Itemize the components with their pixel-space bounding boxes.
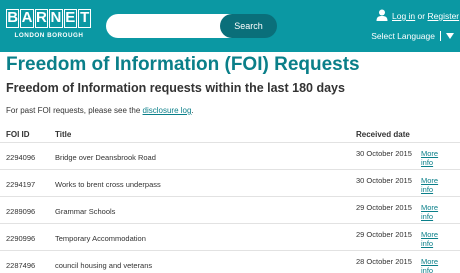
row-title: Bridge over Deansbrook Road (55, 153, 156, 162)
row-foi-id: 2289096 (6, 207, 36, 216)
more-info-link[interactable]: More info (421, 149, 451, 167)
site-header: B A R N E T LONDON BOROUGH Search Log in… (0, 0, 460, 52)
auth-links: Log in or Register (392, 10, 459, 22)
page-subtitle: Freedom of Information requests within t… (6, 81, 345, 95)
more-info-link[interactable]: More info (421, 203, 451, 221)
row-received-date: 30 October 2015 (356, 176, 412, 185)
past-note-end: . (191, 106, 194, 115)
logo-letter: E (63, 9, 77, 28)
logo-letter: A (20, 9, 34, 28)
page-title: Freedom of Information (FOI) Requests (6, 54, 360, 75)
row-title: council housing and veterans (55, 261, 153, 270)
logo-letter: T (77, 9, 92, 28)
row-title: Temporary Accommodation (55, 234, 146, 243)
disclosure-log-link[interactable]: disclosure log (143, 106, 192, 115)
row-foi-id: 2294096 (6, 153, 36, 162)
past-requests-note: For past FOI requests, please see the di… (6, 105, 456, 117)
more-info-link[interactable]: More info (421, 176, 451, 194)
row-foi-id: 2294197 (6, 180, 36, 189)
more-info-link[interactable]: More info (421, 230, 451, 248)
header-title: Title (55, 130, 72, 139)
table-row: 2294197 Works to brent cross underpass 3… (0, 169, 460, 196)
row-foi-id: 2290996 (6, 234, 36, 243)
language-selector[interactable]: Select Language (371, 30, 454, 42)
logo-letter: N (49, 9, 63, 28)
more-info-link[interactable]: More info (421, 257, 451, 273)
logo-letter: R (34, 9, 49, 28)
register-link[interactable]: Register (427, 11, 459, 21)
caret-down-icon (446, 33, 454, 39)
row-received-date: 30 October 2015 (356, 149, 412, 158)
login-link[interactable]: Log in (392, 11, 415, 21)
row-received-date: 29 October 2015 (356, 203, 412, 212)
table-row: 2294096 Bridge over Deansbrook Road 30 O… (0, 142, 460, 169)
past-note-text: For past FOI requests, please see the (6, 106, 141, 115)
row-received-date: 29 October 2015 (356, 230, 412, 239)
logo-word: B A R N E T (6, 9, 92, 28)
row-title: Grammar Schools (55, 207, 116, 216)
auth-or: or (417, 11, 426, 21)
language-divider (440, 31, 441, 41)
row-received-date: 28 October 2015 (356, 257, 412, 266)
row-title: Works to brent cross underpass (55, 180, 161, 189)
header-received-date: Received date (356, 130, 410, 139)
user-icon (376, 9, 388, 21)
table-row: 2290996 Temporary Accommodation 29 Octob… (0, 223, 460, 250)
table-header: FOI ID Title Received date (0, 128, 460, 142)
foi-table: 2294096 Bridge over Deansbrook Road 30 O… (0, 142, 460, 273)
logo-letter: B (6, 9, 20, 28)
search-button[interactable]: Search (220, 14, 277, 38)
header-foi-id: FOI ID (6, 130, 30, 139)
logo-subtitle: LONDON BOROUGH (14, 32, 84, 39)
table-row: 2289096 Grammar Schools 29 October 2015 … (0, 196, 460, 223)
row-foi-id: 2287496 (6, 261, 36, 270)
barnet-logo[interactable]: B A R N E T LONDON BOROUGH (6, 9, 92, 43)
language-label: Select Language (371, 31, 435, 41)
table-row: 2287496 council housing and veterans 28 … (0, 250, 460, 273)
